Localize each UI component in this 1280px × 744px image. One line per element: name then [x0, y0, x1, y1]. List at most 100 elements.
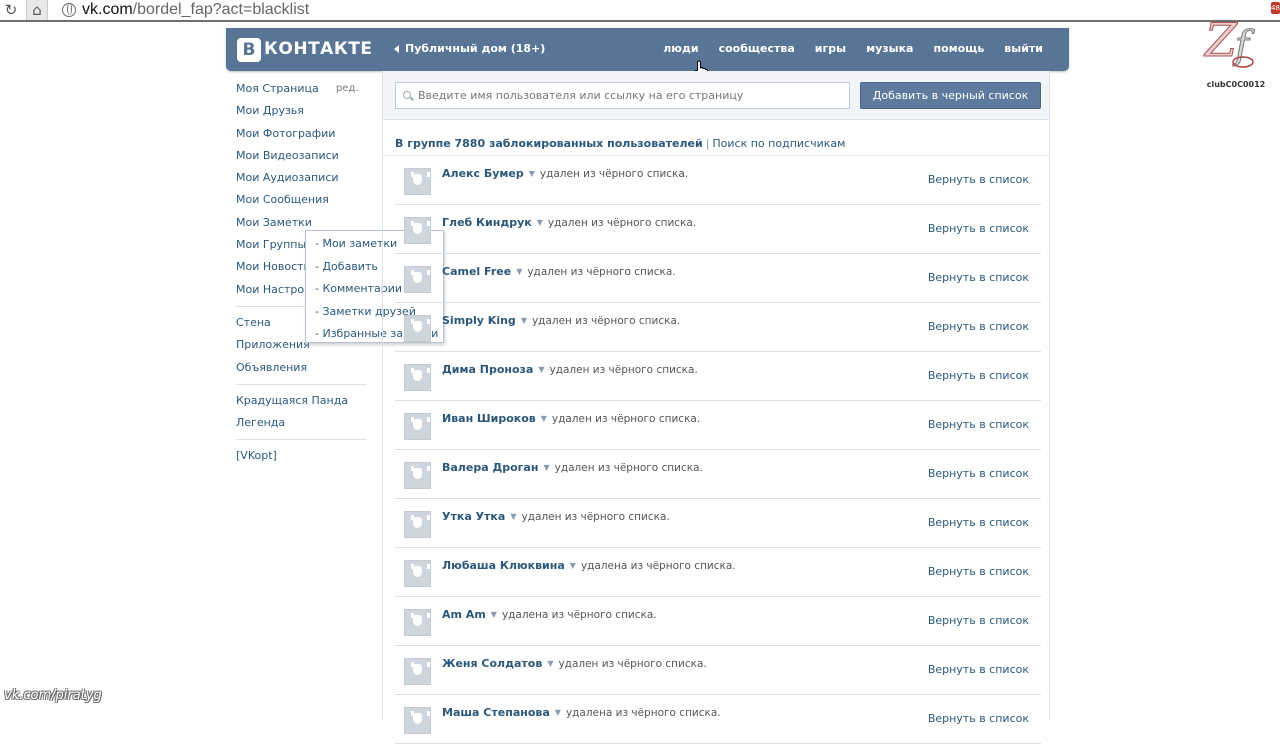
search-area: Введите имя пользователя или ссылку на е… — [383, 71, 1049, 120]
restore-to-list-link[interactable]: Вернуть в список — [928, 467, 1029, 481]
user-name-link[interactable]: Любаша Клюквина — [442, 559, 565, 572]
restore-to-list-link[interactable]: Вернуть в список — [928, 173, 1029, 187]
menu-my-videos[interactable]: Мои Видеозаписи — [236, 147, 366, 169]
dropdown-arrow-icon[interactable]: ▼ — [547, 657, 553, 671]
restore-to-list-link[interactable]: Вернуть в список — [928, 614, 1029, 628]
subscriber-search-link[interactable]: Поиск по подписчикам — [712, 137, 845, 150]
user-entry: Camel Free ▼ удален из чёрного списка. — [442, 265, 676, 279]
menu-my-photos[interactable]: Мои Фотографии — [236, 125, 366, 147]
avatar-placeholder-icon[interactable] — [404, 266, 431, 293]
avatar-placeholder-icon[interactable] — [404, 658, 431, 685]
dropdown-arrow-icon[interactable]: ▼ — [537, 216, 543, 230]
url-path: /bordel_fap?act=blacklist — [132, 1, 310, 18]
add-to-blacklist-button[interactable]: Добавить в черный список — [860, 82, 1041, 109]
dropdown-arrow-icon[interactable]: ▼ — [521, 314, 527, 328]
restore-to-list-link[interactable]: Вернуть в список — [928, 516, 1029, 530]
removed-status-text: удален из чёрного списка. — [527, 266, 676, 278]
user-name-link[interactable]: Camel Free — [442, 265, 511, 278]
watermark-text: vk.com/piratyg — [4, 688, 102, 703]
blacklist-panel: Введите имя пользователя или ссылку на е… — [382, 71, 1050, 744]
menu-my-page-label: Моя Страница — [236, 82, 319, 95]
removed-status-text: удален из чёрного списка. — [549, 364, 698, 376]
user-name-link[interactable]: Глеб Киндрук — [442, 216, 532, 229]
avatar-placeholder-icon[interactable] — [404, 511, 431, 538]
restore-to-list-link[interactable]: Вернуть в список — [928, 418, 1029, 432]
user-entry: Am Am ▼ удалена из чёрного списка. — [442, 608, 657, 622]
channel-caption: clubC0C0012 — [1206, 80, 1266, 89]
dropdown-arrow-icon[interactable]: ▼ — [541, 412, 547, 426]
avatar-placeholder-icon[interactable] — [404, 413, 431, 440]
menu-app-legend[interactable]: Легенда — [236, 414, 366, 436]
restore-to-list-link[interactable]: Вернуть в список — [928, 712, 1029, 726]
avatar-placeholder-icon[interactable] — [404, 560, 431, 587]
globe-icon — [62, 3, 76, 17]
search-placeholder: Введите имя пользователя или ссылку на е… — [418, 89, 744, 102]
search-icon — [403, 91, 411, 99]
user-name-link[interactable]: Женя Солдатов — [442, 657, 542, 670]
blacklist-row: Am Am ▼ удалена из чёрного списка. Вернуть … — [395, 597, 1041, 646]
home-icon[interactable]: ⌂ — [26, 0, 48, 20]
avatar-placeholder-icon[interactable] — [404, 462, 431, 489]
avatar-placeholder-icon[interactable] — [404, 364, 431, 391]
user-name-link[interactable]: Маша Степанова — [442, 706, 550, 719]
user-entry: Алекс Бумер ▼ удален из чёрного списка. — [442, 167, 688, 181]
restore-to-list-link[interactable]: Вернуть в список — [928, 271, 1029, 285]
menu-my-audio[interactable]: Мои Аудиозаписи — [236, 169, 366, 191]
avatar-placeholder-icon[interactable] — [404, 217, 431, 244]
nav-help[interactable]: помощь — [923, 40, 994, 58]
extension-badge-icon[interactable]: 48 — [1271, 2, 1280, 14]
avatar-placeholder-icon[interactable] — [404, 168, 431, 195]
user-name-link[interactable]: Simply King — [442, 314, 516, 327]
address-bar[interactable]: vk.com/bordel_fap?act=blacklist — [56, 0, 1256, 20]
removed-status-text: удален из чёрного списка. — [539, 168, 689, 180]
removed-status-text: удален из чёрного списка. — [547, 217, 697, 229]
dropdown-arrow-icon[interactable]: ▼ — [543, 461, 549, 475]
dropdown-arrow-icon[interactable]: ▼ — [529, 167, 535, 181]
edit-link[interactable]: ред. — [336, 81, 359, 96]
blacklist-row: Иван Широков ▼ удален из чёрного списка. Ве… — [395, 401, 1041, 450]
user-name-link[interactable]: Алекс Бумер — [442, 167, 524, 180]
restore-to-list-link[interactable]: Вернуть в список — [928, 565, 1029, 579]
user-name-link[interactable]: Иван Широков — [442, 412, 536, 425]
blacklist-row: Утка Утка ▼ удален из чёрного списка. Верну… — [395, 499, 1041, 548]
blacklist-row: Любаша Клюквина ▼ удалена из чёрного списк… — [395, 548, 1041, 597]
user-search-input[interactable]: Введите имя пользователя или ссылку на е… — [395, 82, 850, 109]
restore-to-list-link[interactable]: Вернуть в список — [928, 222, 1029, 236]
menu-app-panda[interactable]: Крадущаяся Панда — [236, 392, 366, 414]
menu-vkopt[interactable]: [VKopt] — [236, 447, 366, 469]
avatar-placeholder-icon[interactable] — [404, 707, 431, 734]
removed-status-text: удален из чёрного списка. — [554, 462, 703, 474]
restore-to-list-link[interactable]: Вернуть в список — [928, 369, 1029, 383]
dropdown-arrow-icon[interactable]: ▼ — [510, 510, 516, 524]
menu-my-friends[interactable]: Мои Друзья — [236, 102, 366, 124]
nav-games[interactable]: игры — [805, 40, 856, 58]
nav-music[interactable]: музыка — [856, 40, 923, 58]
dropdown-arrow-icon[interactable]: ▼ — [570, 559, 576, 573]
reload-icon[interactable]: ↻ — [0, 0, 22, 20]
user-name-link[interactable]: Утка Утка — [442, 510, 505, 523]
menu-my-page[interactable]: Моя Страница ред. — [236, 80, 366, 102]
user-entry: Simply King ▼ удален из чёрного списка. — [442, 314, 680, 328]
avatar-placeholder-icon[interactable] — [404, 609, 431, 636]
restore-to-list-link[interactable]: Вернуть в список — [928, 320, 1029, 334]
channel-logo-icon: Z f — [1203, 13, 1256, 68]
url-text[interactable]: vk.com/bordel_fap?act=blacklist — [82, 0, 309, 20]
vk-logo-text[interactable]: КОНТАКТЕ — [264, 37, 372, 61]
nav-communities[interactable]: сообщества — [709, 40, 805, 58]
group-back-link[interactable]: Публичный дом (18+) — [394, 40, 545, 58]
menu-my-messages[interactable]: Мои Сообщения — [236, 191, 366, 213]
dropdown-arrow-icon[interactable]: ▼ — [516, 265, 522, 279]
avatar-placeholder-icon[interactable] — [404, 315, 431, 342]
dropdown-arrow-icon[interactable]: ▼ — [555, 706, 561, 720]
menu-ads[interactable]: Объявления — [236, 359, 366, 381]
user-entry: Дима Проноза ▼ удален из чёрного списка. — [442, 363, 698, 377]
nav-people[interactable]: люди — [653, 40, 708, 58]
dropdown-arrow-icon[interactable]: ▼ — [491, 608, 497, 622]
restore-to-list-link[interactable]: Вернуть в список — [928, 663, 1029, 677]
user-name-link[interactable]: Am Am — [442, 608, 486, 621]
dropdown-arrow-icon[interactable]: ▼ — [538, 363, 544, 377]
user-name-link[interactable]: Дима Проноза — [442, 363, 533, 376]
vk-logo-icon[interactable]: В — [237, 38, 261, 62]
nav-logout[interactable]: выйти — [994, 40, 1053, 58]
user-name-link[interactable]: Валера Дроган — [442, 461, 538, 474]
